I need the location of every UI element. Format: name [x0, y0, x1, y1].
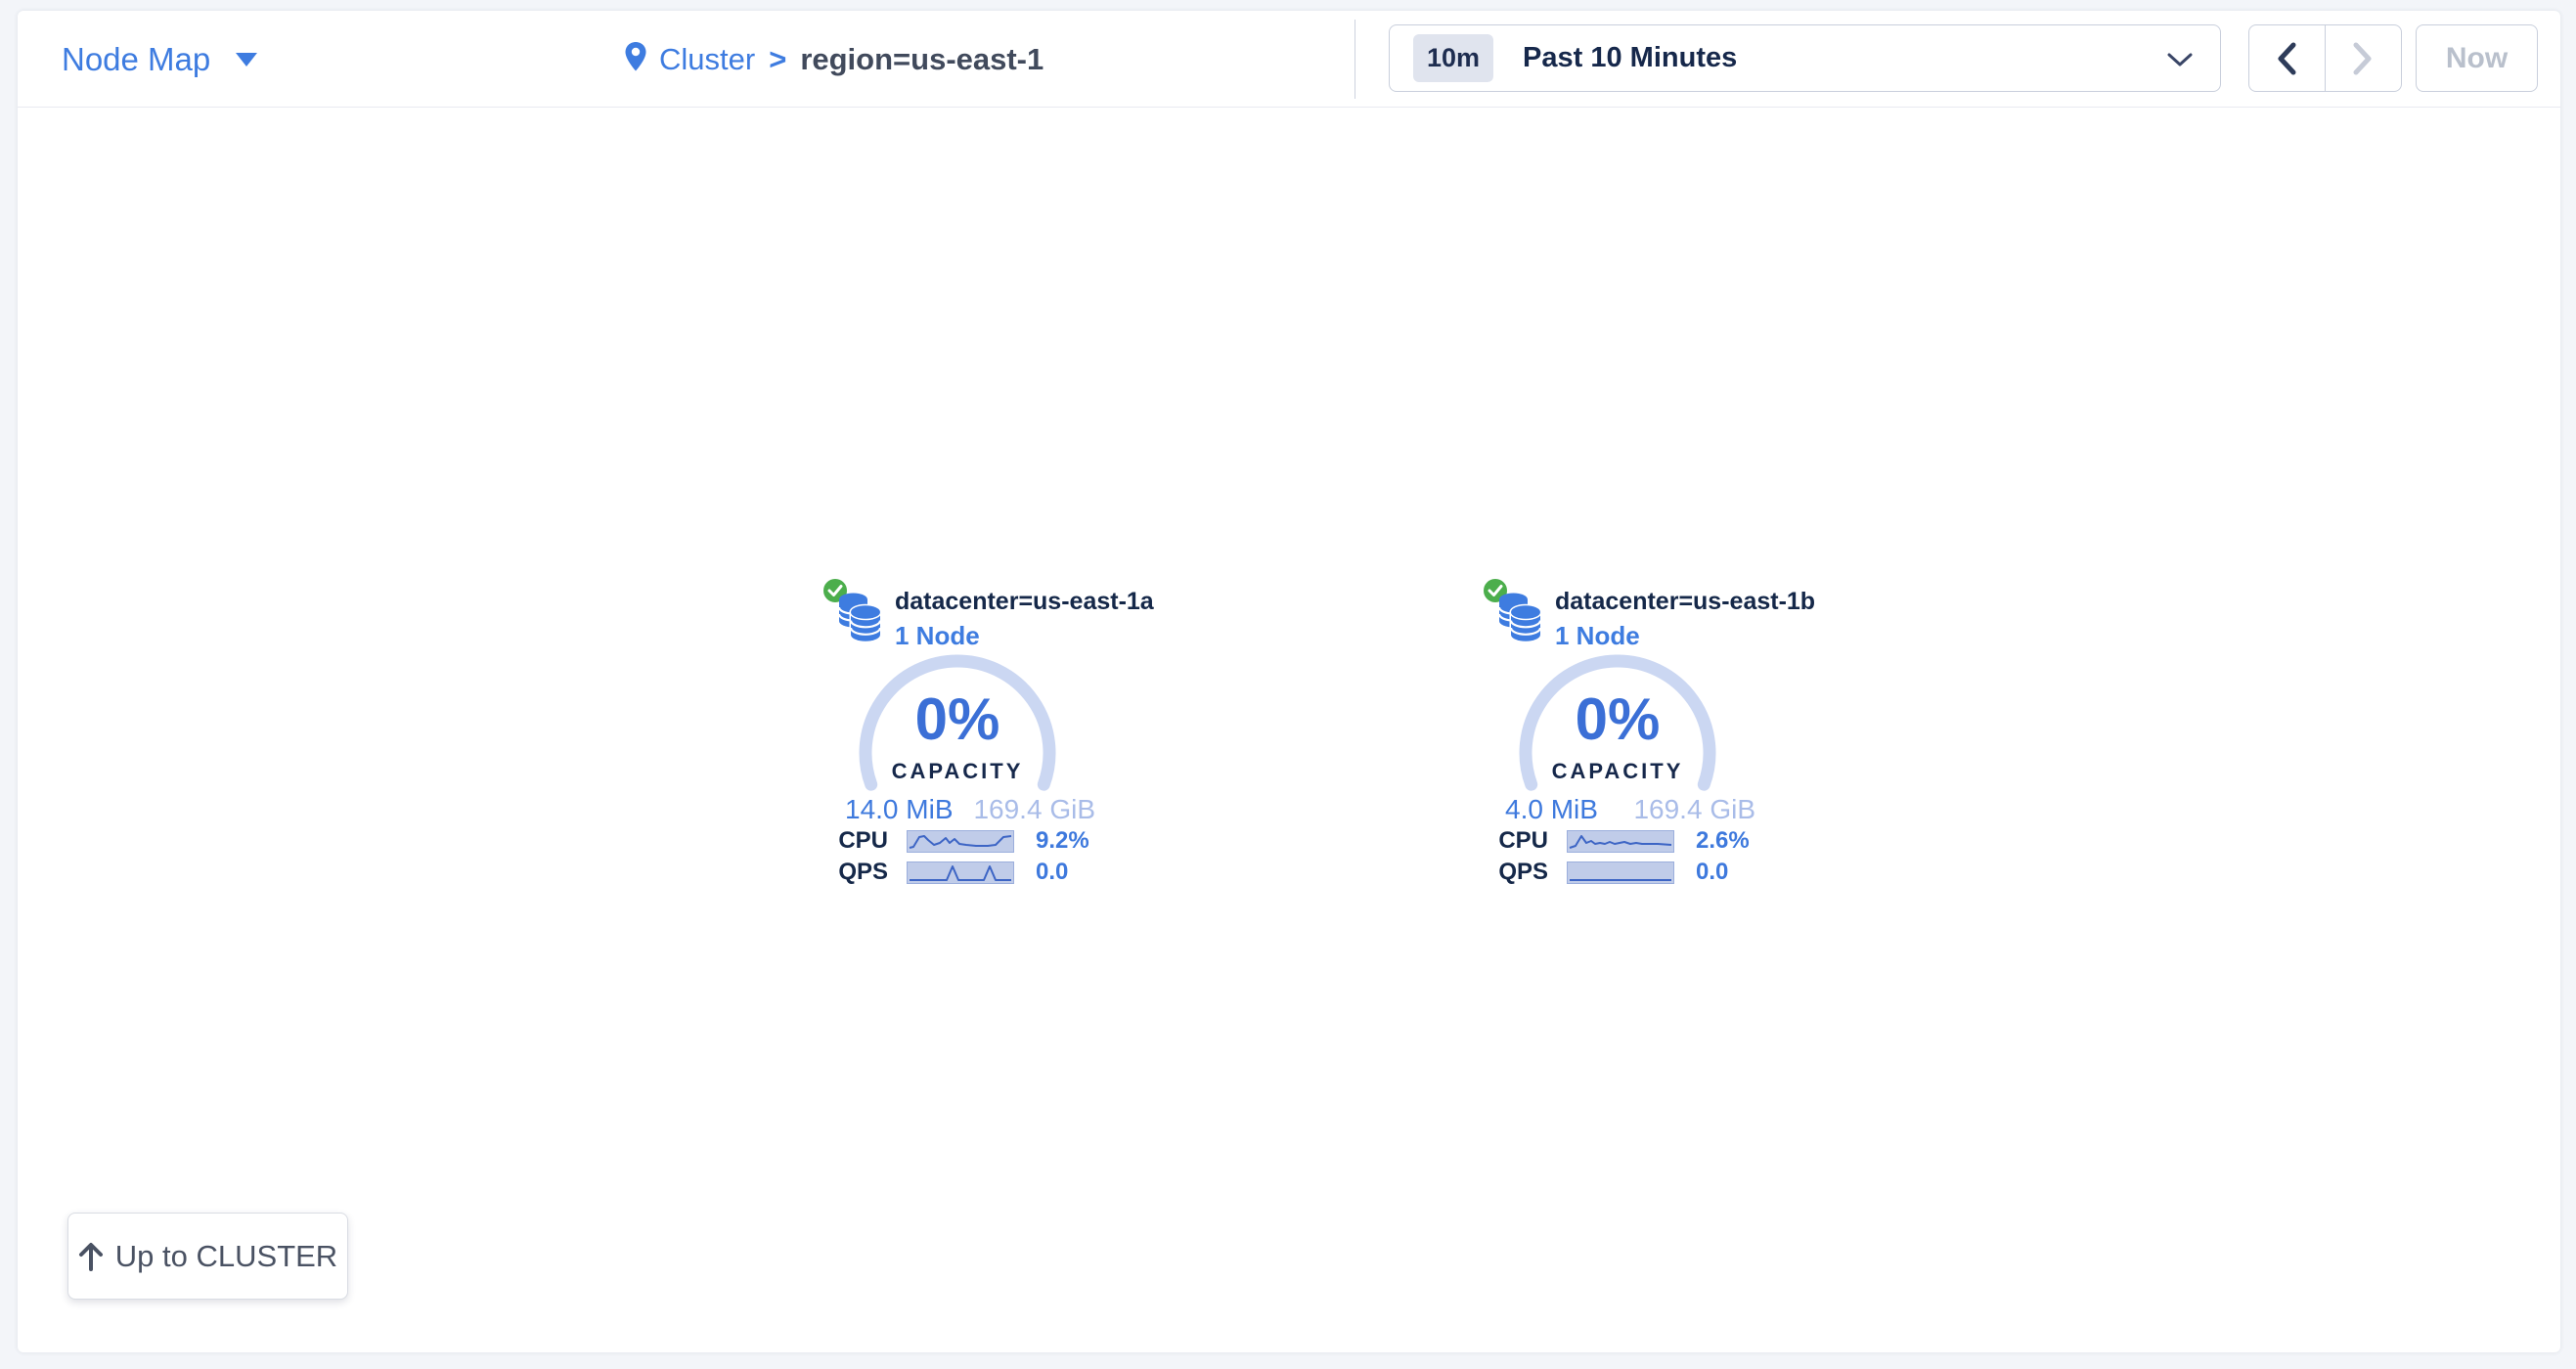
qps-value: 0.0	[1036, 859, 1068, 886]
cpu-metric-row: CPU 2.6%	[1482, 827, 1795, 855]
capacity-used: 14.0 MiB	[845, 794, 954, 825]
qps-label: QPS	[822, 859, 888, 886]
main-panel: Node Map Cluster > region=us-east-1 10m …	[18, 11, 2560, 1352]
up-to-cluster-button[interactable]: Up to CLUSTER	[67, 1213, 348, 1300]
capacity-stats: 4.0 MiB 169.4 GiB	[1505, 794, 1755, 825]
up-to-cluster-label: Up to CLUSTER	[115, 1239, 337, 1274]
cpu-value: 2.6%	[1696, 827, 1750, 855]
view-selector-label: Node Map	[62, 41, 210, 78]
time-nav-group	[2248, 24, 2402, 92]
breadcrumb-separator: >	[769, 42, 786, 77]
time-forward-button[interactable]	[2326, 25, 2402, 91]
datacenter-card-us-east-1b[interactable]: datacenter=us-east-1b 1 Node 0% CAPACITY…	[1482, 575, 1795, 903]
capacity-used: 4.0 MiB	[1505, 794, 1598, 825]
qps-sparkline	[907, 861, 1014, 884]
breadcrumb-current: region=us-east-1	[800, 42, 1044, 77]
capacity-stats: 14.0 MiB 169.4 GiB	[845, 794, 1095, 825]
datacenter-node-count[interactable]: 1 Node	[895, 621, 980, 651]
capacity-label: CAPACITY	[1518, 759, 1717, 784]
location-pin-icon	[624, 41, 647, 78]
capacity-percent: 0%	[1518, 690, 1717, 749]
time-back-button[interactable]	[2249, 25, 2326, 91]
header-bar: Node Map Cluster > region=us-east-1 10m …	[18, 11, 2560, 108]
qps-value: 0.0	[1696, 859, 1728, 886]
capacity-gauge-text: 0% CAPACITY	[1518, 690, 1717, 784]
cpu-sparkline	[907, 830, 1014, 853]
chevron-down-icon	[2167, 53, 2193, 67]
capacity-percent: 0%	[858, 690, 1057, 749]
capacity-total: 169.4 GiB	[973, 794, 1095, 825]
database-stack-icon	[1496, 592, 1543, 644]
arrow-up-icon	[78, 1242, 104, 1271]
cpu-label: CPU	[822, 827, 888, 855]
qps-sparkline	[1567, 861, 1674, 884]
breadcrumb-cluster-link[interactable]: Cluster	[659, 42, 755, 77]
now-button[interactable]: Now	[2416, 24, 2538, 92]
cpu-sparkline	[1567, 830, 1674, 853]
node-map-page: { "header": { "view_selector": { "label"…	[0, 0, 2576, 1369]
view-selector-dropdown[interactable]: Node Map	[62, 11, 257, 108]
time-range-select[interactable]: 10m Past 10 Minutes	[1389, 24, 2221, 92]
capacity-label: CAPACITY	[858, 759, 1057, 784]
database-stack-icon	[836, 592, 883, 644]
qps-metric-row: QPS 0.0	[1482, 859, 1795, 886]
datacenter-title: datacenter=us-east-1b	[1555, 588, 1815, 616]
datacenter-card-us-east-1a[interactable]: datacenter=us-east-1a 1 Node 0% CAPACITY…	[822, 575, 1134, 903]
cpu-label: CPU	[1482, 827, 1548, 855]
qps-label: QPS	[1482, 859, 1548, 886]
time-range-badge: 10m	[1413, 34, 1493, 82]
qps-metric-row: QPS 0.0	[822, 859, 1134, 886]
time-range-label: Past 10 Minutes	[1523, 42, 1737, 74]
capacity-total: 169.4 GiB	[1633, 794, 1755, 825]
breadcrumb: Cluster > region=us-east-1	[624, 11, 1044, 108]
caret-down-icon	[236, 53, 257, 66]
cpu-metric-row: CPU 9.2%	[822, 827, 1134, 855]
datacenter-title: datacenter=us-east-1a	[895, 588, 1154, 616]
cpu-value: 9.2%	[1036, 827, 1089, 855]
chevron-left-icon	[2276, 42, 2297, 75]
capacity-gauge-text: 0% CAPACITY	[858, 690, 1057, 784]
chevron-right-icon	[2352, 42, 2374, 75]
datacenter-node-count[interactable]: 1 Node	[1555, 621, 1640, 651]
